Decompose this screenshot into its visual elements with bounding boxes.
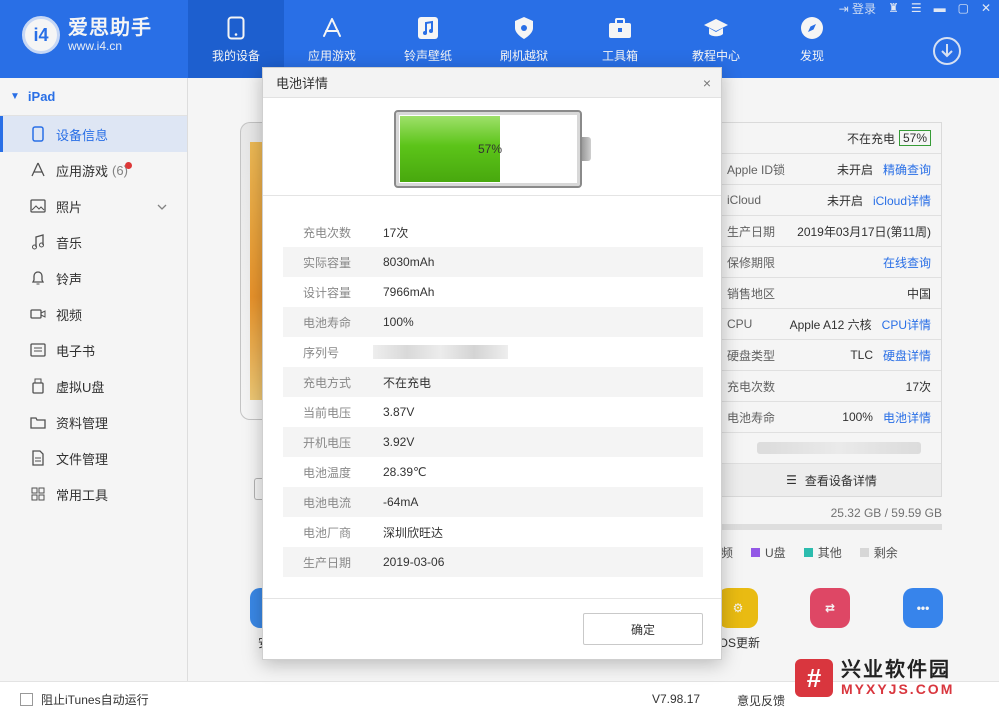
row-value: 100% <box>383 315 414 329</box>
row-key: 当前电压 <box>303 405 352 420</box>
row-value: 3.87V <box>383 405 415 419</box>
row-value: -64mA <box>383 495 419 509</box>
battery-visual: 57% <box>263 98 721 196</box>
table-row: 充电方式 不在充电 <box>283 367 703 397</box>
table-row: 生产日期 2019-03-06 <box>283 547 703 577</box>
table-row: 电池电流 -64mA <box>283 487 703 517</box>
row-value: 17次 <box>383 225 409 240</box>
row-key: 电池温度 <box>303 465 352 480</box>
dialog-title: 电池详情 <box>276 76 329 91</box>
watermark-en: MYXYJS.COM <box>841 681 955 697</box>
watermark: # 兴业软件园 MYXYJS.COM <box>795 656 990 700</box>
row-key: 电池厂商 <box>303 525 352 540</box>
row-value: 深圳欣旺达 <box>383 525 444 540</box>
row-value: 3.92V <box>383 435 415 449</box>
ok-button[interactable]: 确定 <box>583 613 703 645</box>
row-value: 7966mAh <box>383 285 435 299</box>
table-row: 电池厂商 深圳欣旺达 <box>283 517 703 547</box>
row-value: 2019-03-06 <box>383 555 445 569</box>
row-key: 序列号 <box>303 345 340 360</box>
row-key: 充电方式 <box>303 375 352 390</box>
row-key: 电池电流 <box>303 495 352 510</box>
battery-details-dialog: 电池详情 × 57% 充电次数 17次 实际容量 8030mAh 设计容量 7966m… <box>262 67 722 660</box>
dialog-divider <box>263 598 721 599</box>
feedback-link[interactable]: 意见反馈 <box>737 692 785 709</box>
table-row: 当前电压 3.87V <box>283 397 703 427</box>
watermark-cn: 兴业软件园 <box>841 659 951 681</box>
dialog-title-bar: 电池详情 × <box>263 68 721 98</box>
table-row: 设计容量 7966mAh <box>283 277 703 307</box>
table-row: 电池温度 28.39℃ <box>283 457 703 487</box>
row-key: 实际容量 <box>303 255 352 270</box>
battery-percent: 57% <box>477 142 503 156</box>
itunes-label: 阻止iTunes自动运行 <box>41 692 149 707</box>
battery-icon: 57% <box>394 110 582 188</box>
redacted-serial <box>373 345 508 359</box>
row-value: 不在充电 <box>383 375 432 390</box>
table-row: 实际容量 8030mAh <box>283 247 703 277</box>
close-icon[interactable]: × <box>703 75 711 91</box>
row-value: 28.39℃ <box>383 465 427 479</box>
row-key: 生产日期 <box>303 555 352 570</box>
table-row: 电池寿命 100% <box>283 307 703 337</box>
battery-info-table: 充电次数 17次 实际容量 8030mAh 设计容量 7966mAh 电池寿命 100%… <box>283 217 703 577</box>
row-key: 设计容量 <box>303 285 352 300</box>
watermark-logo: # <box>795 659 833 697</box>
table-row: 充电次数 17次 <box>283 217 703 247</box>
version-label: V7.98.17 <box>652 692 701 706</box>
row-key: 开机电压 <box>303 435 352 450</box>
battery-tip <box>582 137 591 161</box>
itunes-checkbox[interactable] <box>20 692 33 706</box>
row-value: 8030mAh <box>383 255 435 269</box>
table-row: 开机电压 3.92V <box>283 427 703 457</box>
table-row: 序列号 <box>283 337 703 367</box>
row-key: 电池寿命 <box>303 315 352 330</box>
row-key: 充电次数 <box>303 225 352 240</box>
